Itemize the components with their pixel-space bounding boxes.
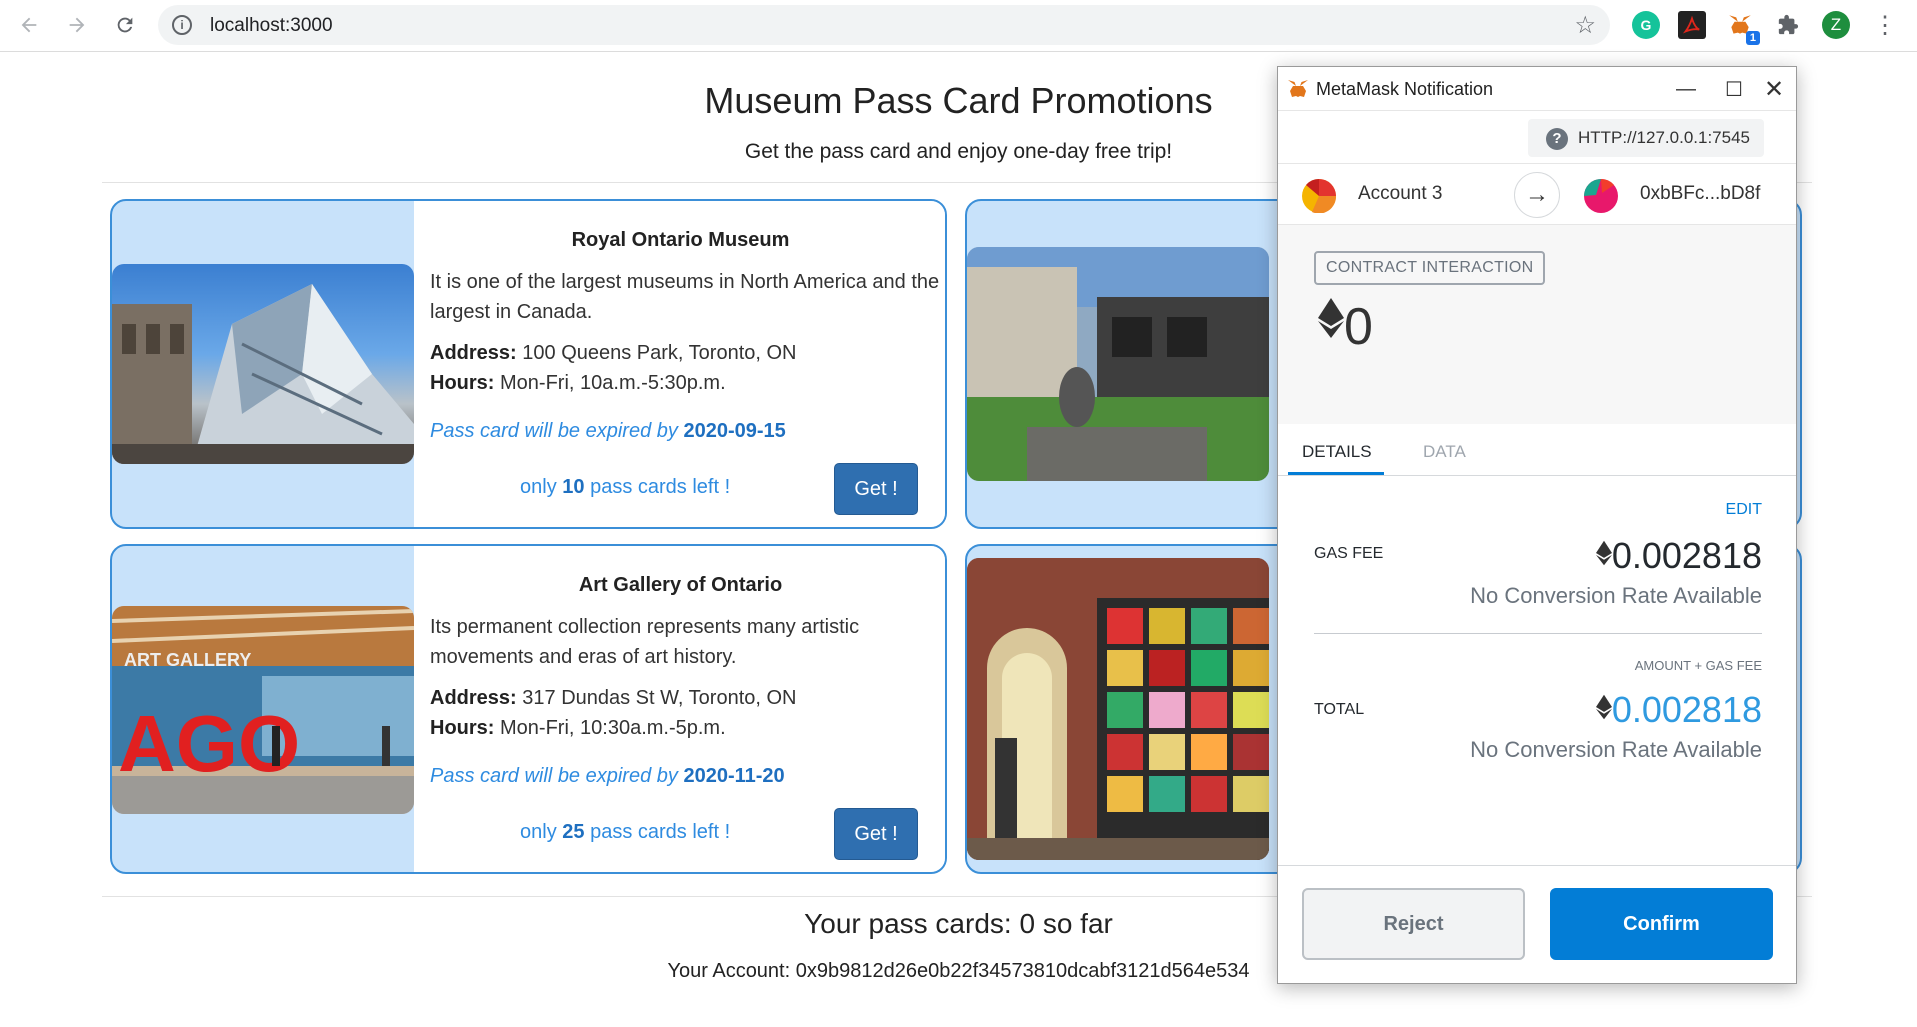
notification-badge: 1 [1745,31,1760,45]
origin-text: HTTP://127.0.0.1:7545 [1578,128,1750,147]
museum-card: Royal Ontario Museum It is one of the la… [110,199,947,529]
action-footer: Reject Confirm [1278,865,1796,983]
grammarly-icon[interactable]: G [1632,11,1660,39]
total-label: TOTAL [1314,701,1365,718]
minimize-icon[interactable]: — [1668,73,1704,105]
ethereum-icon [1318,298,1344,338]
window-titlebar[interactable]: MetaMask Notification — ☐ ✕ [1278,67,1796,111]
cards-left-text: only 10 pass cards left ! [520,476,731,498]
total-conversion: No Conversion Rate Available [1470,737,1762,762]
window-title: MetaMask Notification [1316,79,1494,99]
maximize-icon[interactable]: ☐ [1716,73,1752,105]
acrobat-icon[interactable] [1678,11,1706,39]
address-bar[interactable]: i localhost:3000 ☆ [158,5,1610,45]
puzzle-icon[interactable] [1774,11,1802,39]
cards-left-text: only 25 pass cards left ! [520,821,731,843]
card-body: Art Gallery of Ontario Its permanent col… [414,546,945,872]
back-button[interactable] [14,10,44,40]
reload-icon [117,17,133,33]
recipient-avatar[interactable] [1584,179,1618,213]
total-sub-label: AMOUNT + GAS FEE [1634,658,1762,673]
ethereum-icon [1595,694,1612,720]
arrow-right-icon: → [1514,172,1560,218]
tab-details[interactable]: DETAILS [1302,442,1372,462]
museum-address: Address: 100 Queens Park, Toronto, ON [430,342,797,364]
info-icon[interactable]: i [172,15,192,35]
kebab-menu-icon[interactable]: ⋮ [1870,10,1900,40]
metamask-notification-window: MetaMask Notification — ☐ ✕ ? HTTP://127… [1277,66,1797,984]
eth-value: 0 [1318,297,1373,357]
forward-button[interactable] [62,10,92,40]
metamask-fox-icon[interactable]: 1 [1726,11,1760,45]
arrow-left-icon [21,17,37,33]
art-gallery-ontario-photo: ART GALLERY AGO [112,606,414,814]
get-pass-button[interactable]: Get ! [834,463,918,515]
gas-fee-amount: 0.002818 [1595,535,1762,577]
eth-value-text: 0 [1344,298,1373,356]
museum-name: Art Gallery of Ontario [578,574,783,596]
account-avatar[interactable] [1302,179,1336,213]
reload-button[interactable] [110,10,140,40]
expiry-text: Pass card will be expired by 2020-11-20 [430,765,785,787]
card-body: Royal Ontario Museum It is one of the la… [414,201,945,527]
metamask-fox-icon [1288,80,1308,97]
total-amount: 0.002818 [1595,689,1762,731]
site-origin: ? HTTP://127.0.0.1:7545 [1528,119,1764,157]
from-account-name[interactable]: Account 3 [1358,183,1443,205]
profile-avatar[interactable]: Z [1822,11,1850,39]
details-tabs: DETAILS DATA [1278,424,1796,476]
museum-photo [967,247,1269,481]
url-text[interactable]: localhost:3000 [210,15,333,37]
active-tab-indicator [1288,472,1384,475]
museum-card: ART GALLERY AGO Art Gallery of Ontario I… [110,544,947,874]
star-icon[interactable]: ☆ [1574,11,1596,40]
museum-hours: Hours: Mon-Fri, 10:30a.m.-5p.m. [430,717,726,739]
museum-address: Address: 317 Dundas St W, Toronto, ON [430,687,797,709]
transaction-summary: CONTRACT INTERACTION 0 [1278,225,1796,424]
get-pass-button[interactable]: Get ! [834,808,918,860]
expiry-text: Pass card will be expired by 2020-09-15 [430,420,786,442]
gas-fee-label: GAS FEE [1314,545,1384,562]
edit-gas-link[interactable]: EDIT [1726,501,1762,519]
recipient-address[interactable]: 0xbBFc...bD8f [1640,183,1760,205]
tab-data[interactable]: DATA [1423,442,1466,462]
arrow-right-icon [69,17,85,33]
gas-fee-conversion: No Conversion Rate Available [1470,583,1762,608]
museum-description: It is one of the largest museums in Nort… [430,271,940,323]
museum-photo [967,558,1269,860]
confirm-button[interactable]: Confirm [1550,888,1773,960]
question-icon: ? [1546,128,1568,150]
museum-name: Royal Ontario Museum [571,229,790,251]
ethereum-icon [1595,540,1612,566]
close-icon[interactable]: ✕ [1756,73,1792,105]
svg-text:ART GALLERY: ART GALLERY [124,650,251,670]
reject-button[interactable]: Reject [1302,888,1525,960]
sender-recipient-bar: Account 3 → 0xbBFc...bD8f [1278,163,1796,225]
divider [1314,633,1762,634]
royal-ontario-museum-photo [112,264,414,464]
browser-toolbar: i localhost:3000 ☆ G 1 Z ⋮ [0,0,1917,52]
museum-description: Its permanent collection represents many… [430,616,860,668]
contract-interaction-tag: CONTRACT INTERACTION [1314,251,1546,285]
museum-hours: Hours: Mon-Fri, 10a.m.-5:30p.m. [430,372,726,394]
